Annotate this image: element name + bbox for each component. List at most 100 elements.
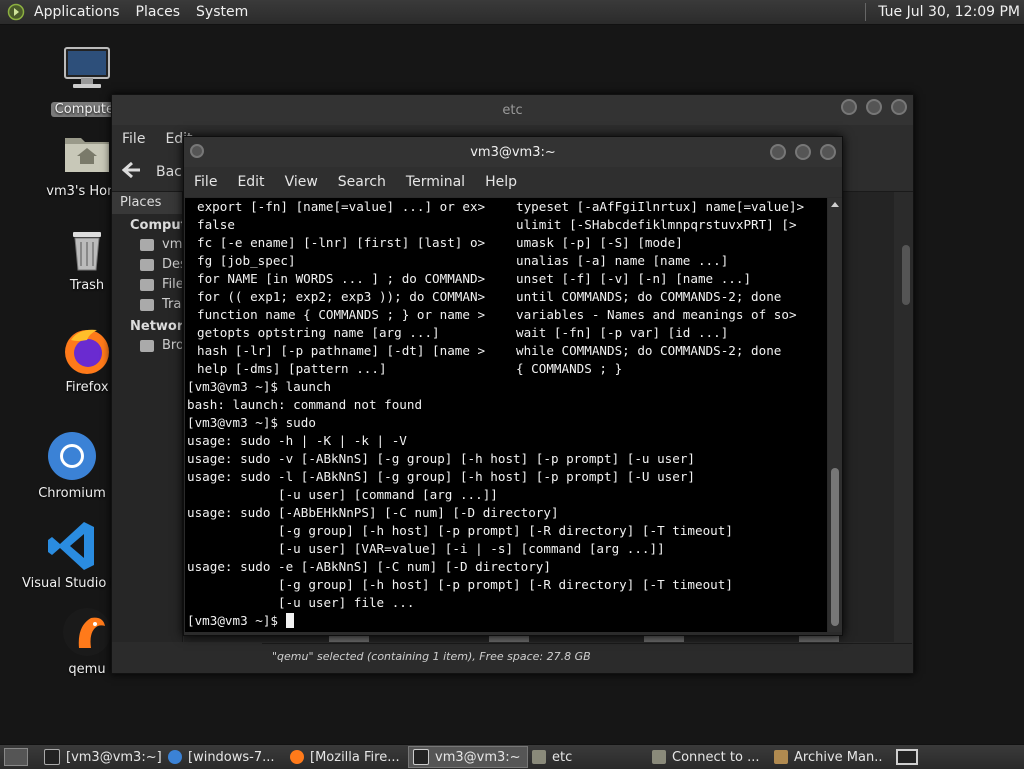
archive-icon bbox=[774, 750, 788, 764]
terminal-line: until COMMANDS; do COMMANDS-2; done bbox=[516, 289, 782, 304]
terminal-line: fc [-e ename] [-lnr] [first] [last] o> bbox=[197, 235, 486, 250]
desktop-icon-label: Visual Studio Code bbox=[22, 576, 122, 591]
firefox-icon bbox=[59, 322, 115, 378]
taskbar-item-label: Connect to ... bbox=[672, 749, 760, 765]
qemu-icon bbox=[59, 604, 115, 660]
close-button[interactable] bbox=[891, 99, 907, 115]
computer-icon bbox=[59, 44, 115, 100]
terminal-prompt-line[interactable]: [vm3@vm3 ~]$ bbox=[185, 612, 825, 630]
places-menu[interactable]: Places bbox=[128, 4, 189, 20]
terminal-line: [-g group] [-h host] [-p prompt] [-R dir… bbox=[187, 577, 733, 592]
terminal-line: usage: sudo -l [-ABkNnS] [-g group] [-h … bbox=[187, 469, 695, 484]
taskbar-item-label: [vm3@vm3:~] bbox=[66, 749, 162, 765]
help-column-left: export [-fn] [name[=value] ...] or ex> f… bbox=[195, 198, 505, 378]
terminal-menubar: File Edit View Search Terminal Help bbox=[184, 167, 842, 197]
terminal-output[interactable]: export [-fn] [name[=value] ...] or ex> f… bbox=[185, 198, 827, 632]
menu-view[interactable]: View bbox=[275, 174, 328, 190]
menu-help[interactable]: Help bbox=[475, 174, 527, 190]
trash-icon bbox=[59, 226, 115, 276]
sidebar-item-trash[interactable]: Trash bbox=[112, 295, 182, 315]
terminal-line: usage: sudo -v [-ABkNnS] [-g group] [-h … bbox=[187, 451, 695, 466]
terminal-line: variables - Names and meanings of so> bbox=[516, 307, 797, 322]
vscode-icon bbox=[44, 518, 100, 574]
terminal-icon bbox=[413, 749, 429, 765]
taskbar-item-firefox[interactable]: [Mozilla Fire... bbox=[286, 746, 408, 768]
terminal-window: vm3@vm3:~ File Edit View Search Terminal… bbox=[183, 136, 843, 636]
places-header[interactable]: Places bbox=[112, 192, 182, 214]
terminal-line: [-u user] [command [arg ...]] bbox=[187, 487, 498, 502]
taskbar-item-etc[interactable]: etc bbox=[528, 746, 648, 768]
taskbar-item-label: [windows-7... bbox=[188, 749, 275, 765]
menu-terminal[interactable]: Terminal bbox=[396, 174, 475, 190]
menu-file[interactable]: File bbox=[184, 174, 227, 190]
taskbar-item-terminal-active[interactable]: vm3@vm3:~ bbox=[408, 746, 528, 768]
terminal-line: [vm3@vm3 ~]$ sudo bbox=[187, 415, 316, 430]
minimize-button[interactable] bbox=[841, 99, 857, 115]
places-sidebar: Places Computer vm3 Desktop File System … bbox=[112, 192, 183, 642]
terminal-line: unset [-f] [-v] [-n] [name ...] bbox=[516, 271, 752, 286]
taskbar-item-archive-manager[interactable]: Archive Man... bbox=[770, 746, 882, 768]
terminal-line: fg [job_spec] bbox=[197, 253, 296, 268]
workspace-switcher[interactable] bbox=[896, 749, 918, 765]
show-desktop-button[interactable] bbox=[4, 748, 28, 766]
terminal-line: for NAME [in WORDS ... ] ; do COMMAND> bbox=[197, 271, 486, 286]
taskbar-item-label: vm3@vm3:~ bbox=[435, 749, 521, 765]
system-menu[interactable]: System bbox=[188, 4, 256, 20]
terminal-line: unalias [-a] name [name ...] bbox=[516, 253, 729, 268]
chromium-icon bbox=[168, 750, 182, 764]
window-menu-button[interactable] bbox=[190, 144, 204, 158]
back-arrow-icon bbox=[121, 161, 142, 183]
taskbar-item-label: [Mozilla Fire... bbox=[310, 749, 400, 765]
sidebar-section-computer: Computer bbox=[130, 218, 182, 233]
desktop-icon-chromium[interactable]: Chromium bbox=[22, 428, 122, 501]
sidebar-item-browse-network[interactable]: Browse Network bbox=[112, 336, 182, 356]
sidebar-item-desktop[interactable]: Desktop bbox=[112, 255, 182, 275]
sidebar-section-network: Network bbox=[130, 319, 182, 334]
home-folder-icon bbox=[59, 126, 115, 182]
status-text: "qemu" selected (containing 1 item), Fre… bbox=[272, 650, 591, 663]
minimize-button[interactable] bbox=[770, 144, 786, 160]
distro-logo-icon[interactable] bbox=[6, 2, 26, 22]
terminal-line: wait [-fn] [-p var] [id ...] bbox=[516, 325, 729, 340]
terminal-line: for (( exp1; exp2; exp3 )); do COMMAN> bbox=[197, 289, 486, 304]
folder-icon bbox=[652, 750, 666, 764]
sidebar-item-filesystem[interactable]: File System bbox=[112, 275, 182, 295]
sidebar-item-home[interactable]: vm3 bbox=[112, 235, 182, 255]
network-icon bbox=[140, 340, 154, 352]
scrollbar-thumb[interactable] bbox=[831, 468, 839, 626]
menu-file[interactable]: File bbox=[112, 131, 155, 147]
terminal-line: export [-fn] [name[=value] ...] or ex> bbox=[197, 199, 486, 214]
back-button[interactable]: Back bbox=[121, 161, 190, 183]
clock[interactable]: Tue Jul 30, 12:09 PM bbox=[878, 4, 1020, 20]
terminal-line: typeset [-aAfFgiIlnrtux] name[=value]> bbox=[516, 199, 805, 214]
taskbar-item-terminal-1[interactable]: [vm3@vm3:~] bbox=[40, 746, 164, 768]
scrollbar-thumb[interactable] bbox=[902, 245, 910, 305]
terminal-line: usage: sudo [-ABbEHkNnPS] [-C num] [-D d… bbox=[187, 505, 559, 520]
taskbar: [vm3@vm3:~] [windows-7... [Mozilla Fire.… bbox=[0, 744, 1024, 769]
file-manager-titlebar[interactable]: etc bbox=[112, 95, 913, 125]
maximize-button[interactable] bbox=[866, 99, 882, 115]
scroll-up-arrow-icon[interactable] bbox=[831, 202, 839, 207]
menu-search[interactable]: Search bbox=[328, 174, 396, 190]
text-cursor bbox=[285, 613, 294, 628]
applications-menu[interactable]: Applications bbox=[26, 4, 128, 20]
chromium-icon bbox=[44, 428, 100, 484]
desktop-icon-vscode[interactable]: Visual Studio Code bbox=[22, 518, 122, 591]
firefox-icon bbox=[290, 750, 304, 764]
taskbar-item-connect[interactable]: Connect to ... bbox=[648, 746, 770, 768]
maximize-button[interactable] bbox=[795, 144, 811, 160]
terminal-titlebar[interactable]: vm3@vm3:~ bbox=[184, 137, 842, 167]
terminal-scrollbar[interactable] bbox=[828, 198, 842, 632]
file-list-scrollbar[interactable] bbox=[901, 225, 911, 645]
menu-edit[interactable]: Edit bbox=[227, 174, 274, 190]
terminal-line: { COMMANDS ; } bbox=[516, 361, 623, 376]
terminal-line: while COMMANDS; do COMMANDS-2; done bbox=[516, 343, 782, 358]
terminal-line: bash: launch: command not found bbox=[187, 397, 423, 412]
terminal-line: hash [-lr] [-p pathname] [-dt] [name > bbox=[197, 343, 486, 358]
desktop-icon bbox=[140, 259, 154, 271]
close-button[interactable] bbox=[820, 144, 836, 160]
terminal-line: usage: sudo -h | -K | -k | -V bbox=[187, 433, 407, 448]
home-icon bbox=[140, 239, 154, 251]
desktop-icon-label: Chromium bbox=[38, 486, 106, 501]
taskbar-item-chromium[interactable]: [windows-7... bbox=[164, 746, 286, 768]
